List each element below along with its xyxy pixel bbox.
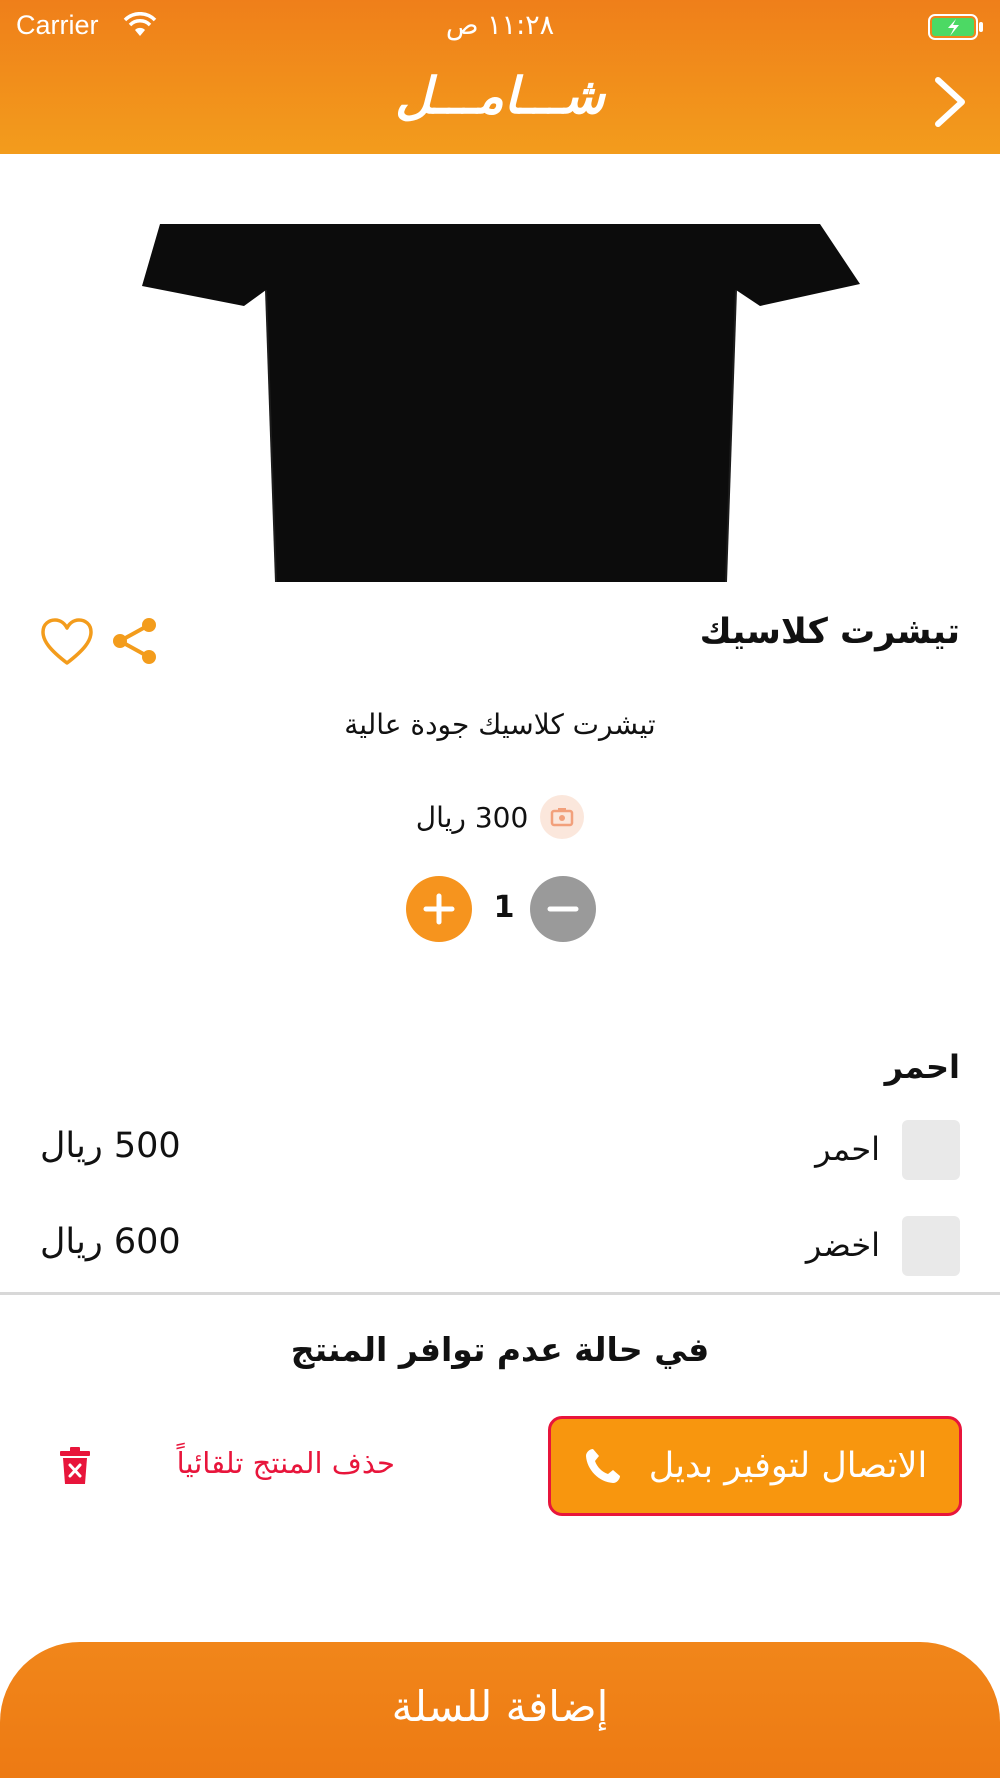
- currency-icon: [540, 795, 585, 839]
- trash-icon[interactable]: [58, 1446, 92, 1486]
- status-bar: Carrier ١١:٢٨ ص: [0, 8, 1000, 48]
- option-price: 500 ريال: [40, 1126, 181, 1166]
- quantity-value: 1: [493, 890, 515, 925]
- option-price: 600 ريال: [40, 1222, 181, 1262]
- option-checkbox[interactable]: [902, 1120, 960, 1180]
- price-row: 300 ريال: [0, 795, 1000, 839]
- unavailable-title: في حالة عدم توافر المنتج: [290, 1330, 710, 1369]
- app-title: شـــامـــل: [395, 66, 605, 125]
- share-button[interactable]: [112, 617, 158, 665]
- product-name: تيشرت كلاسيك: [699, 612, 960, 652]
- heart-icon: [41, 618, 93, 665]
- status-time: ١١:٢٨ ص: [445, 10, 555, 41]
- option-group-title: احمر: [884, 1048, 960, 1086]
- call-alternative-button[interactable]: الاتصال لتوفير بديل: [548, 1416, 962, 1516]
- chevron-right-icon: [935, 77, 965, 127]
- minus-icon: [547, 906, 579, 912]
- divider: [0, 1292, 1000, 1295]
- option-row: اخضر 600 ريال: [40, 1216, 960, 1276]
- option-row: احمر 500 ريال: [40, 1120, 960, 1180]
- plus-icon: [423, 893, 455, 925]
- add-to-cart-label: إضافة للسلة: [391, 1682, 609, 1731]
- add-to-cart-button[interactable]: إضافة للسلة: [0, 1642, 1000, 1778]
- quantity-increase-button[interactable]: [406, 876, 472, 942]
- phone-icon: [585, 1449, 620, 1483]
- app-header: Carrier ١١:٢٨ ص شـــامـــل: [0, 0, 1000, 154]
- option-label: اخضر: [805, 1226, 880, 1264]
- call-button-label: الاتصال لتوفير بديل: [648, 1446, 928, 1486]
- back-button[interactable]: [930, 76, 970, 128]
- share-icon: [113, 618, 156, 664]
- battery-icon: [928, 14, 984, 47]
- favorite-button[interactable]: [40, 617, 94, 667]
- product-image: [120, 224, 860, 583]
- product-description: تيشرت كلاسيك جودة عالية: [344, 708, 656, 741]
- quantity-decrease-button[interactable]: [530, 876, 596, 942]
- product-price: 300 ريال: [415, 800, 529, 834]
- option-checkbox[interactable]: [902, 1216, 960, 1276]
- quantity-stepper: 1: [406, 876, 596, 942]
- auto-delete-button[interactable]: حذف المنتج تلقائياً: [177, 1446, 395, 1480]
- option-label: احمر: [815, 1130, 880, 1168]
